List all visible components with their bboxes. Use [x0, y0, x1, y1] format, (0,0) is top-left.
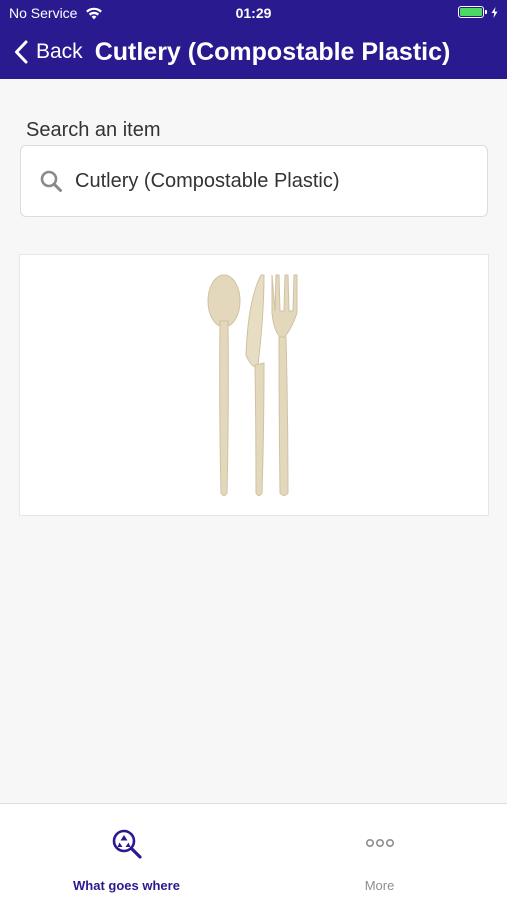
cutlery-image	[207, 274, 298, 496]
tab-label-more: More	[364, 878, 395, 893]
chevron-left-icon	[15, 40, 28, 64]
status-right	[458, 6, 498, 18]
search-box[interactable]	[20, 145, 488, 217]
header: No Service 01:29 Back Cutlery (Compostab…	[0, 0, 507, 79]
search-icon	[40, 170, 62, 192]
page-title: Cutlery (Compostable Plastic)	[94, 37, 451, 66]
search-label: Search an item	[26, 119, 161, 141]
recycle-search-icon	[112, 829, 142, 859]
charging-bolt-icon	[491, 6, 498, 18]
item-image-card	[19, 254, 489, 516]
tab-more[interactable]: More	[253, 804, 506, 900]
status-time: 01:29	[235, 5, 272, 21]
tab-label-what-goes-where: What goes where	[73, 878, 180, 893]
search-input[interactable]	[75, 169, 455, 193]
knife-shape	[245, 274, 265, 496]
tab-bar: What goes where More	[0, 803, 507, 900]
fork-shape	[271, 274, 298, 496]
back-label: Back	[36, 40, 83, 63]
tab-what-goes-where[interactable]: What goes where	[0, 804, 253, 900]
more-dots-icon	[365, 839, 394, 848]
battery-icon	[458, 6, 487, 18]
nav-bar: Back Cutlery (Compostable Plastic)	[0, 30, 507, 74]
status-bar: No Service 01:29	[0, 0, 507, 28]
back-button[interactable]: Back	[14, 40, 83, 64]
spoon-shape	[207, 274, 241, 496]
